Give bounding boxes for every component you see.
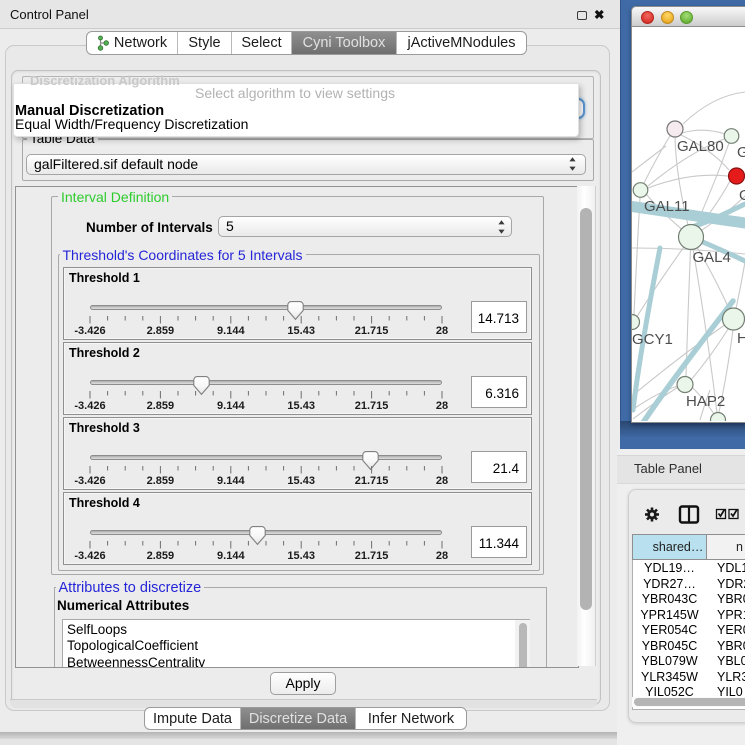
svg-text:HA: HA	[737, 330, 745, 347]
svg-text:HAP2: HAP2	[686, 393, 725, 410]
svg-text:GAL80: GAL80	[677, 138, 724, 155]
svg-text:G: G	[739, 187, 745, 204]
svg-text:GAL11: GAL11	[644, 198, 690, 215]
svg-text:GAL4: GAL4	[693, 249, 731, 266]
svg-text:GCY1: GCY1	[632, 331, 673, 348]
svg-text:GA: GA	[737, 144, 745, 161]
